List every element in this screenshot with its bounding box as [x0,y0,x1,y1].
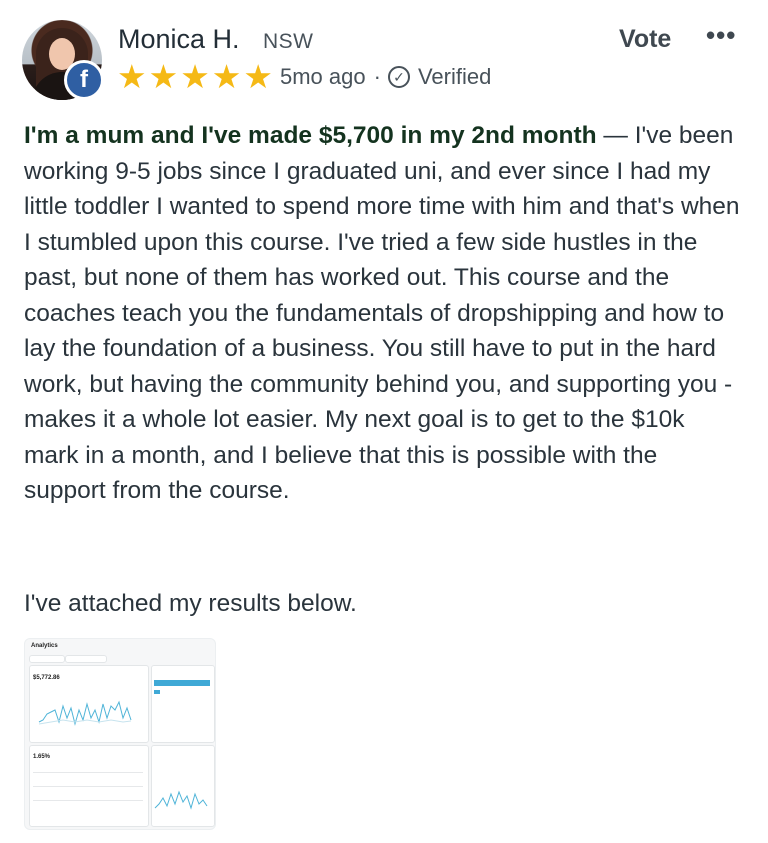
facebook-icon: f [64,60,104,100]
reviewer-state: NSW [263,30,314,53]
vote-button[interactable]: Vote [619,25,671,54]
star-icon: ★ [243,58,273,95]
star-rating: ★ ★ ★ ★ ★ [117,59,273,95]
thumbnail-conversion-panel: 1.65% [29,745,149,827]
star-icon: ★ [148,58,179,95]
thumbnail-filter-chip [65,655,107,663]
attachment-thumbnail[interactable]: Analytics $5,772.86 1.65% [24,638,216,830]
reviewer-name[interactable]: Monica H. [118,24,240,55]
review-text: I'm a mum and I've made $5,700 in my 2nd… [24,118,744,509]
star-icon: ★ [117,58,147,95]
thumbnail-filter-chip [29,655,65,663]
thumbnail-visitors-line-chart [154,790,208,810]
thumbnail-channel-bar [154,690,160,694]
review-time: 5mo ago [280,64,366,89]
meta-separator: · [373,64,381,89]
star-icon: ★ [180,58,210,95]
thumbnail-channel-panel [151,665,215,743]
thumbnail-row-divider [33,800,143,801]
thumbnail-conversion-value: 1.65% [33,754,51,760]
star-icon: ★ [211,58,242,95]
verified-check-icon: ✓ [387,66,410,88]
more-options-button[interactable]: ••• [706,20,736,51]
thumbnail-row-divider [33,786,143,787]
thumbnail-channel-bar [154,680,210,686]
thumbnail-sales-line-chart [38,700,132,726]
review-body: — I've been working 9-5 jobs since I gra… [24,122,740,504]
thumbnail-title: Analytics [31,643,58,649]
thumbnail-row-divider [33,772,143,773]
verified-label: Verified [417,64,492,89]
review-meta: 5mo ago · ✓ Verified [280,64,491,90]
attachment-note: I've attached my results below. [24,590,357,617]
review-headline: I'm a mum and I've made $5,700 in my 2nd… [24,122,597,149]
thumbnail-visitors-panel [151,745,215,827]
thumbnail-sales-value: $5,772.86 [33,675,60,681]
thumbnail-sales-panel: $5,772.86 [29,665,149,743]
